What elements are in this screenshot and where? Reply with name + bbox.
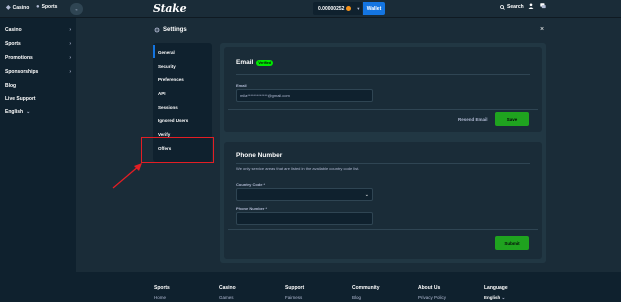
sidebar-item-language[interactable]: English ⌄ (5, 109, 71, 115)
phone-number-label: Phone Number * (236, 206, 268, 211)
sidebar-item-sponsorships[interactable]: Sponsorships › (5, 69, 71, 75)
wallet-button[interactable]: Wallet (363, 2, 385, 15)
save-button[interactable]: Save (495, 112, 529, 126)
sidebar: Casino › Sports › Promotions › Sponsorsh… (0, 18, 76, 302)
sidebar-item-label: Promotions (5, 55, 33, 61)
sidebar-item-label: Blog (5, 83, 17, 89)
tab-preferences[interactable]: Preferences (158, 77, 184, 82)
footer: Sports Home Casino Games Support Fairnes… (76, 272, 621, 302)
sports-tab[interactable]: ● Sports (36, 4, 57, 10)
search-button[interactable]: Search (500, 4, 524, 10)
ball-icon: ● (36, 4, 40, 10)
page-title: Settings (163, 27, 187, 33)
footer-heading-community: Community (352, 285, 380, 291)
footer-link-games[interactable]: Games (219, 295, 234, 300)
email-title-text: Email (236, 59, 254, 66)
resend-email-button[interactable]: Resend Email (458, 117, 488, 122)
phone-card: Phone Number We only service areas that … (224, 142, 542, 259)
sidebar-item-promotions[interactable]: Promotions › (5, 55, 71, 61)
country-code-select[interactable]: ⌄ (236, 188, 373, 201)
sidebar-item-label: Sports (5, 41, 21, 47)
footer-heading-about-us: About Us (418, 285, 441, 291)
chevron-right-icon: › (69, 55, 71, 61)
language-value: English (484, 295, 501, 300)
footer-heading-language: Language (484, 285, 508, 291)
sidebar-item-label: English (5, 109, 24, 115)
footer-link-blog[interactable]: Blog (352, 295, 361, 300)
chevron-right-icon: › (69, 69, 71, 75)
chevron-right-icon: › (69, 27, 71, 33)
sidebar-item-label: Sponsorships (5, 69, 39, 75)
casino-tab[interactable]: ◆ Casino (6, 4, 30, 12)
tab-sessions[interactable]: Sessions (158, 105, 178, 110)
bitcoin-icon (346, 6, 352, 11)
divider (228, 109, 538, 110)
offers-highlight-box (141, 137, 214, 163)
language-selector[interactable]: English ⌄ (484, 295, 505, 301)
balance-value: 0.00000252 (318, 5, 345, 12)
email-card-title: Email Verified (236, 59, 273, 66)
sidebar-item-blog[interactable]: Blog (5, 83, 71, 89)
tab-security[interactable]: Security (158, 64, 176, 69)
phone-card-title: Phone Number (236, 152, 283, 159)
close-button[interactable]: × (540, 26, 544, 33)
footer-link-fairness[interactable]: Fairness (285, 295, 302, 300)
stake-logo[interactable]: Stake (153, 2, 187, 15)
sidebar-item-casino[interactable]: Casino › (5, 27, 71, 33)
settings-panel: Email Verified Email mila*************@g… (220, 43, 546, 263)
sidebar-item-label: Casino (5, 27, 22, 33)
tab-ignored-users[interactable]: Ignored Users (158, 118, 188, 123)
collapse-icon: « (75, 6, 78, 12)
phone-number-field[interactable] (236, 212, 373, 225)
footer-heading-casino: Casino (219, 285, 236, 291)
submit-button[interactable]: Submit (495, 236, 529, 250)
sidebar-item-sports[interactable]: Sports › (5, 41, 71, 47)
search-icon (500, 4, 505, 10)
chat-icon[interactable] (540, 3, 546, 11)
footer-link-privacy-policy[interactable]: Privacy Policy (418, 295, 446, 300)
chevron-down-icon: ⌄ (26, 109, 31, 115)
tab-general[interactable]: General (158, 50, 175, 55)
footer-heading-support: Support (285, 285, 305, 291)
phone-description: We only service areas that are listed in… (236, 166, 360, 171)
email-field[interactable]: mila*************@gmail.com (236, 89, 373, 102)
sports-tab-label: Sports (41, 4, 58, 10)
email-card: Email Verified Email mila*************@g… (224, 47, 542, 132)
country-code-label: Country Code * (236, 182, 266, 187)
balance-selector[interactable]: 0.00000252 ▼ (313, 2, 362, 15)
casino-tab-label: Casino (12, 4, 30, 11)
gear-icon (154, 27, 160, 33)
sidebar-collapse-button[interactable]: « (70, 3, 83, 15)
settings-header: Settings (154, 27, 187, 33)
email-label: Email (236, 83, 247, 88)
footer-heading-sports: Sports (154, 285, 170, 291)
search-label: Search (507, 4, 524, 10)
divider (228, 229, 538, 230)
top-bar: ◆ Casino ● Sports « Stake 0.00000252 ▼ W… (0, 0, 621, 18)
annotation-arrow-icon (112, 163, 142, 189)
chevron-right-icon: › (69, 41, 71, 47)
divider (236, 74, 530, 75)
chevron-down-icon: ⌄ (364, 191, 369, 198)
user-icon[interactable] (528, 3, 534, 11)
dice-icon: ◆ (6, 5, 11, 11)
chevron-down-icon: ⌄ (501, 295, 506, 300)
footer-link-home[interactable]: Home (154, 295, 166, 300)
sidebar-item-live-support[interactable]: Live Support (5, 96, 71, 102)
divider (236, 163, 530, 164)
verified-badge: Verified (256, 59, 273, 66)
sidebar-item-label: Live Support (5, 96, 36, 102)
tab-api[interactable]: API (158, 91, 166, 96)
chevron-down-icon: ▼ (356, 6, 361, 11)
